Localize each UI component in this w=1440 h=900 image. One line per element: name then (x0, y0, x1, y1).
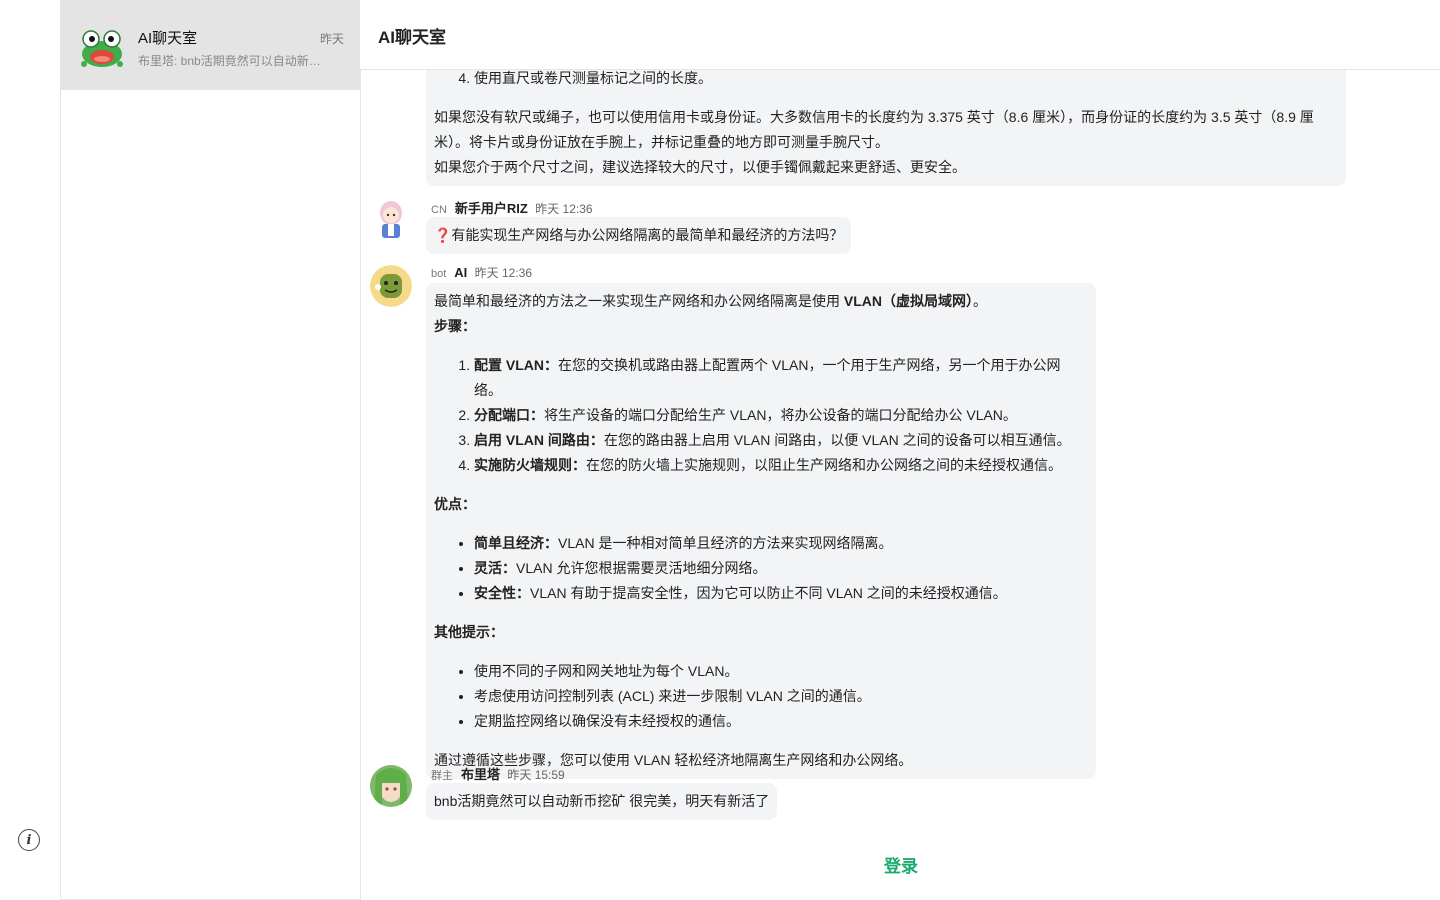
item-bold: 分配端口： (474, 407, 544, 423)
user-role-badge: CN (431, 204, 447, 216)
chat-panel: AI聊天室 使用直尺或卷尺测量标记之间的长度。 如果您没有软尺或绳子，也可以使用… (360, 0, 1440, 900)
message-meta: CN 新手用户RIZ 昨天 12:36 (431, 198, 593, 217)
conversation-item-ai-chatroom[interactable]: AI聊天室 昨天 布里塔: bnb活期竟然可以自动新币挖矿 很完美，明天有新活了 (61, 0, 360, 90)
bot-avatar[interactable] (370, 265, 412, 307)
message-time: 昨天 15:59 (507, 768, 565, 782)
tips-list: 使用不同的子网和网关地址为每个 VLAN。 考虑使用访问控制列表 (ACL) 来… (434, 659, 1088, 734)
message-text: ❓有能实现生产网络与办公网络隔离的最简单和最经济的方法吗？ (434, 227, 844, 243)
intro-end-text: 。 (973, 293, 988, 309)
conversation-preview: 布里塔: bnb活期竟然可以自动新币挖矿 很完美，明天有新活了 (138, 54, 328, 68)
info-icon[interactable]: i (18, 829, 40, 851)
user-avatar[interactable] (370, 765, 412, 807)
chat-header: AI聊天室 (360, 0, 1440, 70)
section-heading: 其他提示： (434, 620, 1088, 645)
item-text: 将生产设备的端口分配给生产 VLAN，将办公设备的端口分配给办公 VLAN。 (544, 407, 1017, 423)
conversation-time: 昨天 (320, 32, 345, 46)
list-item: 实施防火墙规则：在您的防火墙上实施规则，以阻止生产网络和办公网络之间的未经授权通… (474, 453, 1088, 478)
intro-bold-text: VLAN（虚拟局域网） (843, 293, 974, 309)
item-text: 在您的交换机或路由器上配置两个 VLAN，一个用于生产网络，另一个用于办公网络。 (474, 357, 1061, 398)
list-item: 启用 VLAN 间路由：在您的路由器上启用 VLAN 间路由，以便 VLAN 之… (474, 428, 1088, 453)
step-list: 使用直尺或卷尺测量标记之间的长度。 (434, 70, 1338, 91)
page-title: AI聊天室 (378, 28, 446, 47)
message-bubble: 使用直尺或卷尺测量标记之间的长度。 如果您没有软尺或绳子，也可以使用信用卡或身份… (426, 70, 1346, 186)
intro-text: 最简单和最经济的方法之一来实现生产网络和办公网络隔离是使用 (434, 293, 844, 309)
frog-avatar-icon (81, 30, 123, 67)
list-item: 定期监控网络以确保没有未经授权的通信。 (474, 709, 1088, 734)
step-list: 配置 VLAN：在您的交换机或路由器上配置两个 VLAN，一个用于生产网络，另一… (434, 353, 1088, 478)
message-bubble: ❓有能实现生产网络与办公网络隔离的最简单和最经济的方法吗？ (426, 217, 852, 254)
item-text: VLAN 允许您根据需要灵活地细分网络。 (516, 560, 767, 576)
message-list[interactable]: 使用直尺或卷尺测量标记之间的长度。 如果您没有软尺或绳子，也可以使用信用卡或身份… (360, 70, 1440, 830)
user-name[interactable]: 新手用户RIZ (455, 201, 528, 216)
item-bold: 安全性： (474, 585, 530, 601)
list-item: 配置 VLAN：在您的交换机或路由器上配置两个 VLAN，一个用于生产网络，另一… (474, 353, 1088, 403)
left-rail: i (0, 0, 60, 900)
user-role-badge: bot (431, 268, 447, 280)
conversation-name: AI聊天室 (138, 30, 198, 47)
tips-heading: 其他提示： (434, 624, 504, 640)
list-item: 使用不同的子网和网关地址为每个 VLAN。 (474, 659, 1088, 684)
message-meta: 群主 布里塔 昨天 15:59 (431, 764, 565, 783)
list-item: 考虑使用访问控制列表 (ACL) 来进一步限制 VLAN 之间的通信。 (474, 684, 1088, 709)
message-text: 最简单和最经济的方法之一来实现生产网络和办公网络隔离是使用 VLAN（虚拟局域网… (434, 289, 1088, 314)
list-item: 使用直尺或卷尺测量标记之间的长度。 (474, 70, 1338, 91)
list-item: 安全性：VLAN 有助于提高安全性，因为它可以防止不同 VLAN 之间的未经授权… (474, 581, 1088, 606)
item-text: 在您的防火墙上实施规则，以阻止生产网络和办公网络之间的未经授权通信。 (586, 457, 1062, 473)
message-bubble: 最简单和最经济的方法之一来实现生产网络和办公网络隔离是使用 VLAN（虚拟局域网… (426, 283, 1096, 779)
item-text: VLAN 有助于提高安全性，因为它可以防止不同 VLAN 之间的未经授权通信。 (530, 585, 1007, 601)
message-text: 如果您没有软尺或绳子，也可以使用信用卡或身份证。大多数信用卡的长度约为 3.37… (434, 109, 1314, 150)
list-item: 分配端口：将生产设备的端口分配给生产 VLAN，将办公设备的端口分配给办公 VL… (474, 403, 1088, 428)
user-avatar[interactable] (370, 198, 412, 240)
message-bubble: bnb活期竟然可以自动新币挖矿 很完美，明天有新活了 (426, 783, 778, 820)
user-name[interactable]: AI (454, 265, 467, 280)
item-bold: 实施防火墙规则： (474, 457, 586, 473)
steps-heading: 步骤： (434, 318, 476, 334)
item-text: VLAN 是一种相对简单且经济的方法来实现网络隔离。 (558, 535, 893, 551)
list-item: 灵活：VLAN 允许您根据需要灵活地细分网络。 (474, 556, 1088, 581)
item-bold: 配置 VLAN： (474, 357, 558, 373)
pros-list: 简单且经济：VLAN 是一种相对简单且经济的方法来实现网络隔离。 灵活：VLAN… (434, 531, 1088, 606)
message-time: 昨天 12:36 (535, 202, 593, 216)
list-item: 简单且经济：VLAN 是一种相对简单且经济的方法来实现网络隔离。 (474, 531, 1088, 556)
message-text: bnb活期竟然可以自动新币挖矿 很完美，明天有新活了 (434, 793, 770, 809)
pros-heading: 优点： (434, 496, 476, 512)
item-bold: 启用 VLAN 间路由： (474, 432, 604, 448)
item-bold: 灵活： (474, 560, 516, 576)
message-time: 昨天 12:36 (474, 266, 533, 280)
conversation-list: AI聊天室 昨天 布里塔: bnb活期竟然可以自动新币挖矿 很完美，明天有新活了 (60, 0, 361, 900)
user-role-badge: 群主 (431, 770, 453, 782)
user-name[interactable]: 布里塔 (461, 767, 500, 782)
login-button[interactable]: 登录 (884, 852, 918, 877)
section-heading: 优点： (434, 492, 1088, 517)
message-text: 如果您介于两个尺寸之间，建议选择较大的尺寸，以便手镯佩戴起来更舒适、更安全。 (434, 159, 966, 175)
section-heading: 步骤： (434, 314, 1088, 339)
item-text: 在您的路由器上启用 VLAN 间路由，以便 VLAN 之间的设备可以相互通信。 (603, 432, 1071, 448)
item-bold: 简单且经济： (474, 535, 558, 551)
message-meta: bot AI 昨天 12:36 (431, 264, 532, 281)
